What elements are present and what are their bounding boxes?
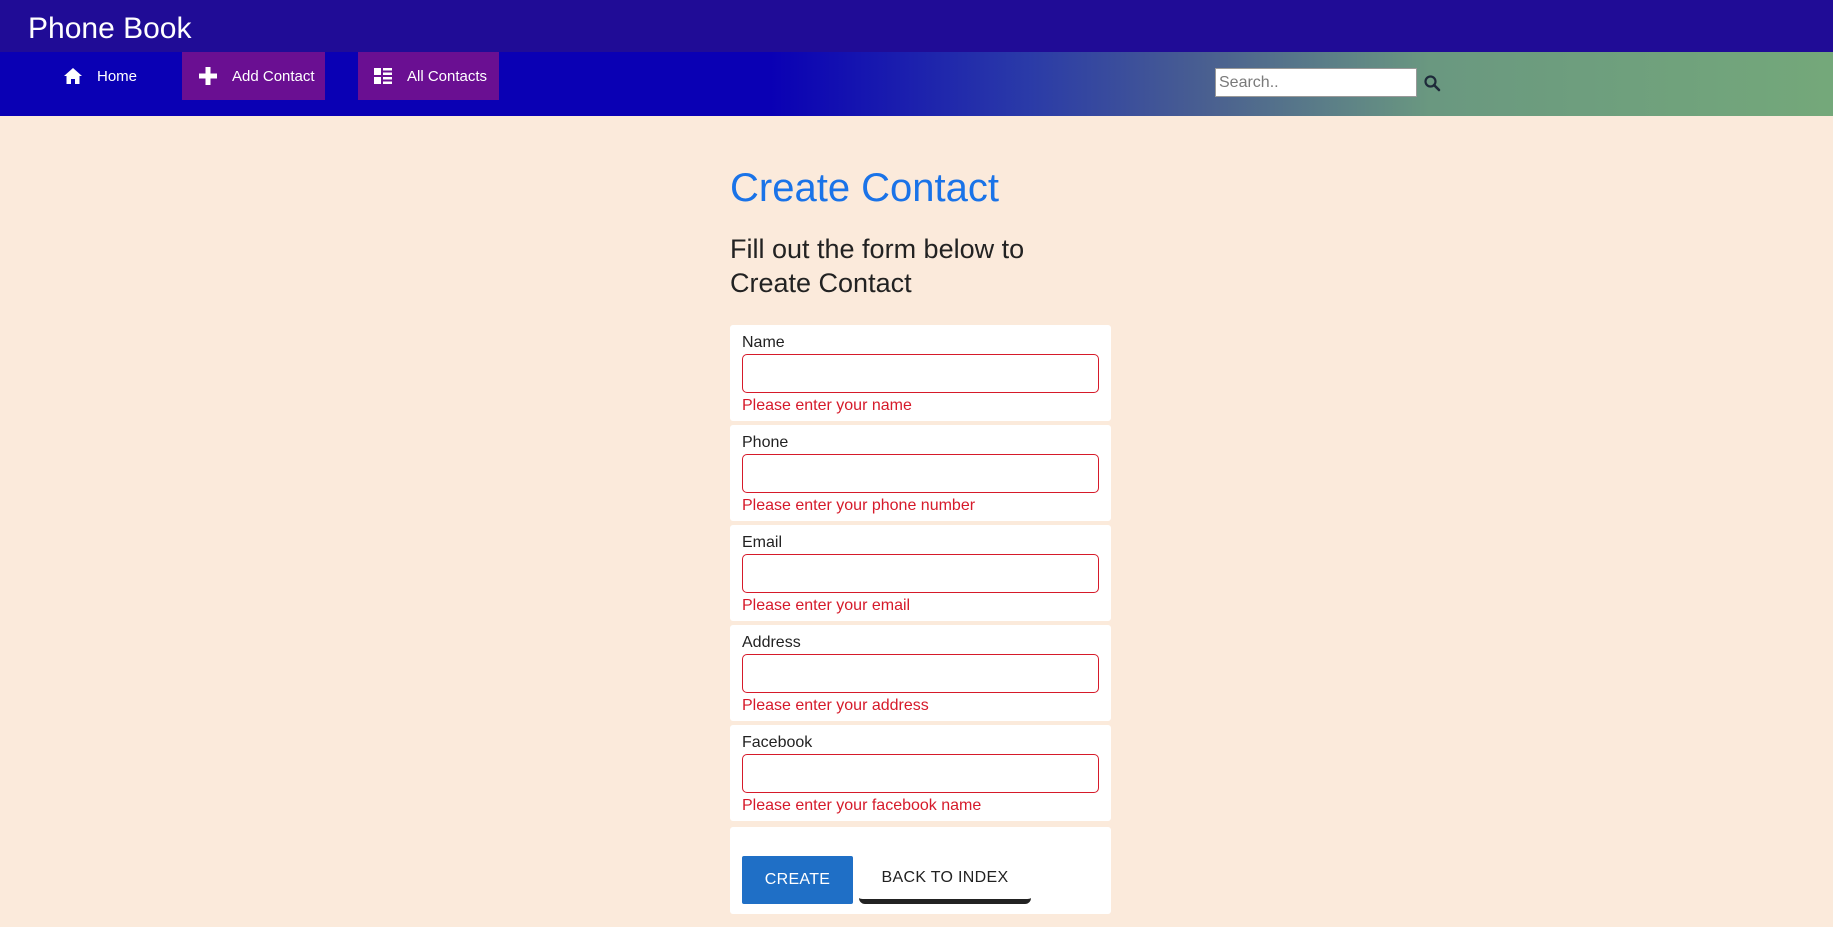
phone-label: Phone bbox=[742, 434, 789, 451]
facebook-label: Facebook bbox=[742, 734, 813, 751]
nav-all-contacts-button[interactable]: All Contacts bbox=[358, 52, 499, 100]
page-subtitle: Fill out the form below to Create Contac… bbox=[730, 234, 1025, 298]
name-field-group: Name Please enter your name bbox=[730, 325, 1111, 421]
address-error: Please enter your address bbox=[742, 697, 929, 714]
home-icon bbox=[63, 66, 83, 86]
form-actions: CREATE BACK TO INDEX bbox=[730, 827, 1111, 914]
create-button[interactable]: CREATE bbox=[742, 856, 853, 904]
address-label: Address bbox=[742, 634, 801, 651]
facebook-error: Please enter your facebook name bbox=[742, 797, 982, 814]
nav-all-contacts-label: All Contacts bbox=[407, 67, 488, 85]
nav-bar: Home Add Contact All Contacts bbox=[0, 52, 1833, 116]
phone-error: Please enter your phone number bbox=[742, 497, 976, 514]
address-input[interactable] bbox=[742, 654, 1099, 693]
name-input[interactable] bbox=[742, 354, 1099, 393]
nav-add-contact-button[interactable]: Add Contact bbox=[182, 52, 325, 100]
address-field-group: Address Please enter your address bbox=[730, 625, 1111, 721]
title-bar: Phone Book bbox=[0, 0, 1833, 52]
facebook-input[interactable] bbox=[742, 754, 1099, 793]
name-label: Name bbox=[742, 334, 785, 351]
search-form bbox=[1215, 68, 1441, 97]
phone-field-group: Phone Please enter your phone number bbox=[730, 425, 1111, 521]
name-error: Please enter your name bbox=[742, 397, 912, 414]
phone-input[interactable] bbox=[742, 454, 1099, 493]
search-icon[interactable] bbox=[1423, 74, 1441, 92]
back-to-index-button[interactable]: BACK TO INDEX bbox=[859, 856, 1031, 904]
main-content: Create Contact Fill out the form below t… bbox=[730, 164, 1110, 300]
nav-home-label: Home bbox=[97, 67, 138, 85]
email-input[interactable] bbox=[742, 554, 1099, 593]
nav-home-link[interactable]: Home bbox=[63, 52, 137, 100]
nav-add-contact-label: Add Contact bbox=[232, 67, 315, 85]
brand-title[interactable]: Phone Book bbox=[28, 13, 191, 45]
email-label: Email bbox=[742, 534, 783, 551]
search-input[interactable] bbox=[1215, 68, 1417, 97]
page-title: Create Contact bbox=[730, 166, 1000, 210]
facebook-field-group: Facebook Please enter your facebook name bbox=[730, 725, 1111, 821]
email-field-group: Email Please enter your email bbox=[730, 525, 1111, 621]
email-error: Please enter your email bbox=[742, 597, 911, 614]
list-icon bbox=[373, 66, 393, 86]
plus-icon bbox=[198, 66, 218, 86]
